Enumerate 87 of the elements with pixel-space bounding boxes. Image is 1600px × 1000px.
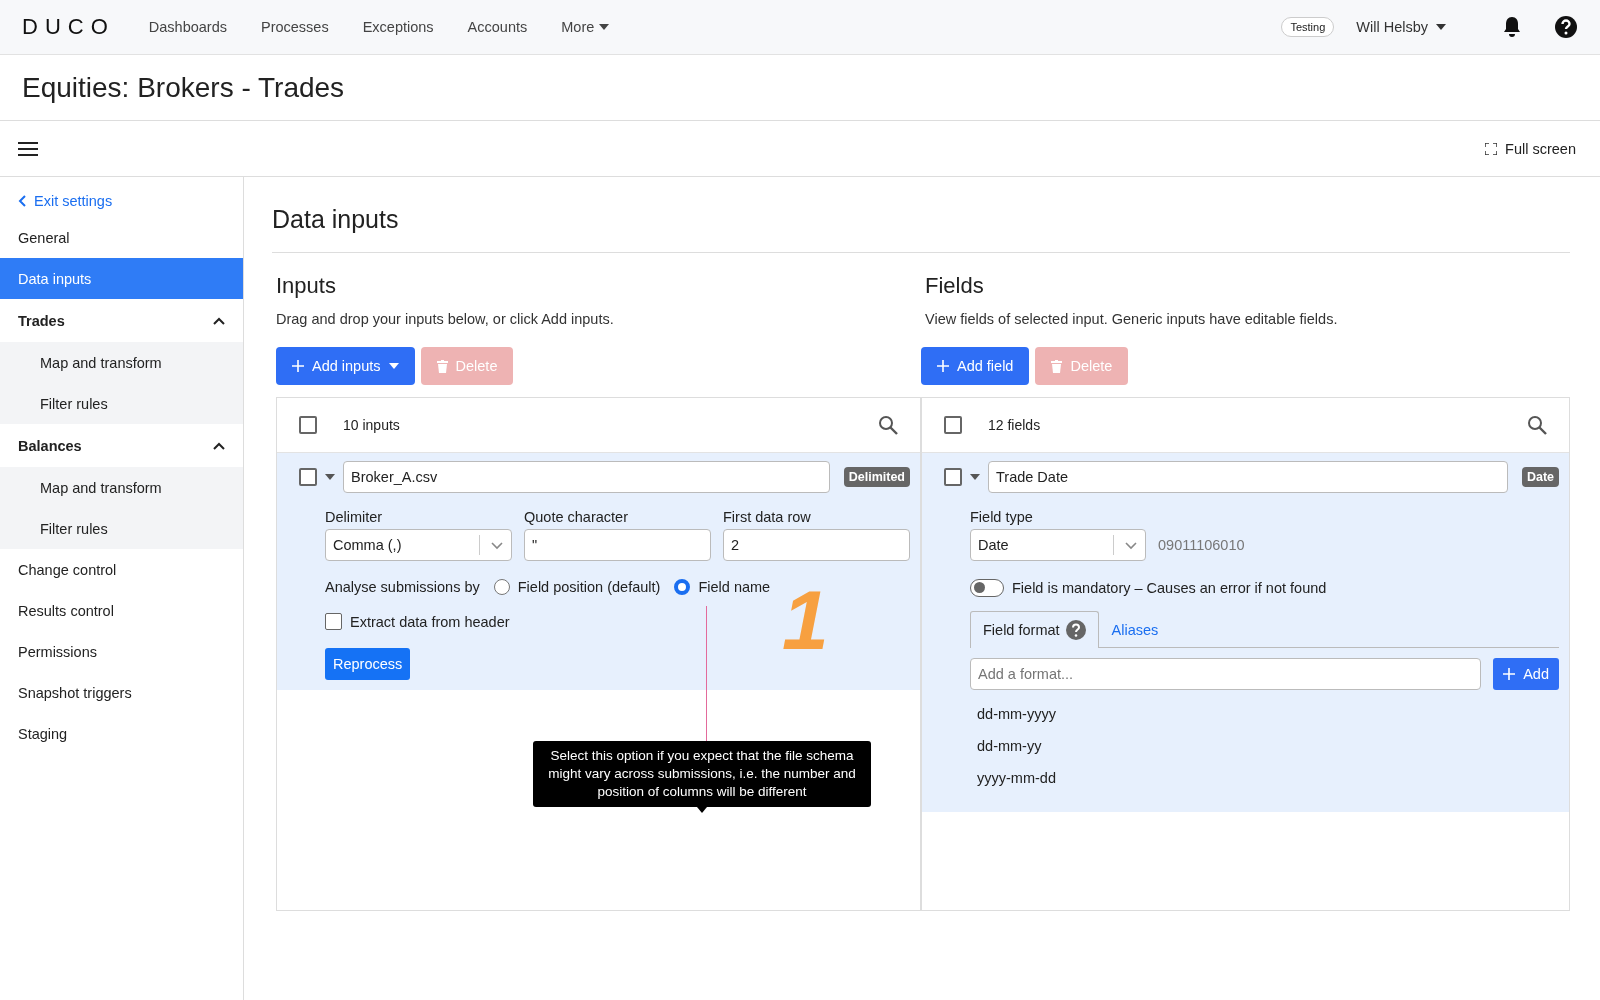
bell-icon[interactable]	[1502, 16, 1522, 38]
help-icon[interactable]	[1554, 15, 1578, 39]
first-data-row-field[interactable]: 2	[723, 529, 910, 561]
sidebar-item[interactable]: Snapshot triggers	[0, 672, 243, 713]
type-badge: Date	[1521, 467, 1559, 487]
page-title: Equities: Brokers - Trades	[22, 71, 345, 104]
caret-icon	[1436, 24, 1446, 30]
back-link[interactable]: Exit settings	[0, 185, 243, 217]
sidebar-subitem[interactable]: Map and transform	[0, 342, 243, 383]
environment-badge: Testing	[1281, 17, 1335, 37]
type-badge: Delimited	[843, 467, 910, 487]
radio-button[interactable]	[493, 579, 510, 595]
field-name-field[interactable]: Trade Date	[988, 461, 1508, 493]
logo[interactable]: DUCO	[22, 14, 115, 40]
fullscreen-button[interactable]: Full screen	[1479, 139, 1582, 158]
annotation-number: 1	[782, 578, 829, 662]
checkbox[interactable]	[944, 468, 962, 486]
nav-link[interactable]: Exceptions	[362, 19, 434, 35]
format-item: dd-mm-yy	[976, 737, 1043, 756]
nav-link[interactable]: Processes	[260, 19, 329, 35]
sidebar-item[interactable]: Data inputs	[0, 258, 243, 299]
add-inputs-button[interactable]: Add inputs	[276, 347, 415, 385]
field-label: Delimiter	[325, 509, 384, 525]
panel-description: View fields of selected input. Generic inputs have editable fields.	[925, 311, 1339, 327]
sidebar-subitem[interactable]: Filter rules	[0, 508, 243, 549]
trash-icon	[436, 359, 448, 373]
nav-link[interactable]: Dashboards	[148, 19, 227, 35]
sidebar-item[interactable]: General	[0, 217, 243, 258]
search-icon[interactable]	[1527, 415, 1547, 435]
nav-menu[interactable]: More	[561, 19, 610, 35]
count-label: 12 fields	[988, 417, 1041, 433]
tooltip-pointer	[697, 807, 707, 813]
chevron-up-icon	[213, 441, 225, 450]
format-input-field[interactable]: Add a format...	[970, 658, 1482, 690]
sidebar-group[interactable]: Trades	[0, 299, 243, 342]
radio-button[interactable]	[674, 579, 691, 595]
sidebar-item[interactable]: Results control	[0, 590, 243, 631]
count-label: 10 inputs	[343, 417, 400, 433]
toggle-label: Field is mandatory – Causes an error if not found	[1012, 580, 1327, 596]
panel-heading: Fields	[924, 273, 985, 299]
checkbox[interactable]	[944, 416, 962, 434]
chevron-left-icon	[18, 195, 26, 207]
plus-icon	[1503, 668, 1516, 680]
search-icon[interactable]	[878, 415, 898, 435]
sidebar-item[interactable]: Permissions	[0, 631, 243, 672]
chevron-up-icon	[213, 316, 225, 325]
toggle-switch[interactable]	[970, 579, 1004, 597]
checkbox[interactable]	[325, 613, 342, 630]
radio-label[interactable]: Field name	[698, 579, 771, 595]
field-type-select[interactable]: Date	[970, 529, 1146, 561]
field-label: First data row	[723, 509, 812, 525]
quote-character-field[interactable]: "	[524, 529, 711, 561]
fullscreen-icon	[1485, 142, 1498, 155]
input-name-field[interactable]: Broker_A.csv	[343, 461, 830, 493]
sidebar-group[interactable]: Balances	[0, 424, 243, 467]
sidebar-item[interactable]: Staging	[0, 713, 243, 754]
format-item: dd-mm-yyyy	[976, 705, 1057, 724]
tooltip: Select this option if you expect that the file schema might vary across submissions, i.e. the number and position of columns will be different	[533, 741, 871, 807]
checkbox-label[interactable]: Extract data from header	[350, 613, 510, 630]
add-format-button[interactable]: Add	[1493, 658, 1559, 690]
delimiter-select[interactable]: Comma (,)	[325, 529, 512, 561]
section-title: Data inputs	[272, 205, 399, 233]
sidebar-subitem[interactable]: Filter rules	[0, 383, 243, 424]
nav-link[interactable]: Accounts	[467, 19, 528, 35]
sample-value: 09011106010	[1158, 537, 1245, 553]
panel-heading: Inputs	[275, 273, 337, 299]
format-item: yyyy-mm-dd	[976, 769, 1057, 788]
field-label: Field type	[970, 509, 1034, 525]
panel-description: Drag and drop your inputs below, or click Add inputs.	[276, 311, 615, 327]
caret-icon	[388, 363, 399, 369]
plus-icon	[937, 360, 949, 372]
plus-icon	[292, 360, 304, 372]
field-label: Quote character	[524, 509, 629, 525]
tab[interactable]: Field format	[970, 611, 1099, 648]
option-label: Analyse submissions by	[325, 579, 480, 595]
sidebar-item[interactable]: Change control	[0, 549, 243, 590]
reprocess-button[interactable]: Reprocess	[325, 648, 411, 680]
user-menu[interactable]: Will Helsby	[1356, 19, 1446, 35]
sidebar-subitem[interactable]: Map and transform	[0, 467, 243, 508]
add-field-button[interactable]: Add field	[921, 347, 1030, 385]
checkbox[interactable]	[299, 468, 317, 486]
tab[interactable]: Aliases	[1098, 611, 1172, 647]
checkbox[interactable]	[299, 416, 317, 434]
trash-icon	[1051, 359, 1063, 373]
menu-icon[interactable]	[18, 141, 38, 156]
caret-icon	[599, 24, 610, 30]
radio-label[interactable]: Field position (default)	[517, 579, 661, 595]
